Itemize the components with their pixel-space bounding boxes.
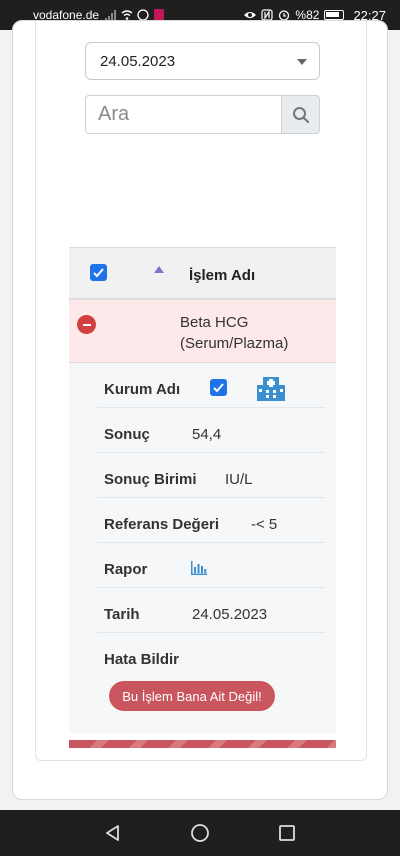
referans-value: -< 5 bbox=[251, 516, 278, 533]
search-input[interactable] bbox=[85, 95, 281, 134]
date-select[interactable]: 24.05.2023 bbox=[85, 42, 320, 80]
bar-chart-icon[interactable] bbox=[191, 561, 207, 575]
table-header: İşlem Adı bbox=[69, 247, 336, 300]
birim-label: Sonuç Birimi bbox=[104, 471, 197, 488]
detail-rapor: Rapor bbox=[97, 543, 325, 588]
kurum-checkbox[interactable] bbox=[210, 379, 227, 396]
column-header-islem-adi[interactable]: İşlem Adı bbox=[189, 267, 255, 284]
loading-stripe bbox=[69, 740, 336, 748]
hospital-icon[interactable] bbox=[256, 375, 286, 401]
search-group bbox=[85, 95, 320, 134]
hata-label: Hata Bildir bbox=[104, 651, 180, 668]
detail-sonuc: Sonuç 54,4 bbox=[97, 408, 325, 453]
home-icon[interactable] bbox=[190, 823, 210, 843]
check-icon bbox=[93, 268, 104, 278]
chevron-down-icon bbox=[297, 59, 307, 65]
detail-hata: Hata Bildir bbox=[97, 633, 325, 678]
detail-referans: Referans Değeri -< 5 bbox=[97, 498, 325, 543]
detail-kurum: Kurum Adı bbox=[97, 363, 325, 408]
battery-icon bbox=[324, 10, 345, 20]
row-islem-name: Beta HCG (Serum/Plazma) bbox=[180, 314, 289, 352]
row-details: Kurum Adı Sonuç 54,4 Sonuç Birimi IU/L R… bbox=[69, 363, 336, 733]
search-icon bbox=[292, 106, 309, 123]
search-button[interactable] bbox=[281, 95, 320, 134]
tarih-label: Tarih bbox=[104, 606, 140, 623]
results-table: İşlem Adı Beta HCG (Serum/Plazma) Kurum … bbox=[69, 247, 336, 733]
check-icon bbox=[213, 383, 224, 393]
collapse-row-icon[interactable] bbox=[77, 315, 96, 334]
back-icon[interactable] bbox=[104, 824, 122, 842]
tarih-value: 24.05.2023 bbox=[192, 606, 268, 623]
navigation-bar bbox=[0, 810, 400, 856]
select-all-checkbox[interactable] bbox=[90, 264, 107, 281]
sonuc-label: Sonuç bbox=[104, 426, 150, 443]
birim-value: IU/L bbox=[225, 471, 253, 488]
kurum-label: Kurum Adı bbox=[104, 381, 181, 398]
sort-ascending-icon[interactable] bbox=[154, 266, 164, 273]
recents-icon[interactable] bbox=[278, 824, 296, 842]
rapor-label: Rapor bbox=[104, 561, 148, 578]
detail-birim: Sonuç Birimi IU/L bbox=[97, 453, 325, 498]
table-row[interactable]: Beta HCG (Serum/Plazma) bbox=[69, 300, 336, 363]
referans-label: Referans Değeri bbox=[104, 516, 220, 533]
detail-tarih: Tarih 24.05.2023 bbox=[97, 588, 325, 633]
report-error-button[interactable]: Bu İşlem Bana Ait Değil! bbox=[109, 681, 275, 711]
sonuc-value: 54,4 bbox=[192, 426, 222, 443]
date-select-value: 24.05.2023 bbox=[100, 52, 176, 70]
